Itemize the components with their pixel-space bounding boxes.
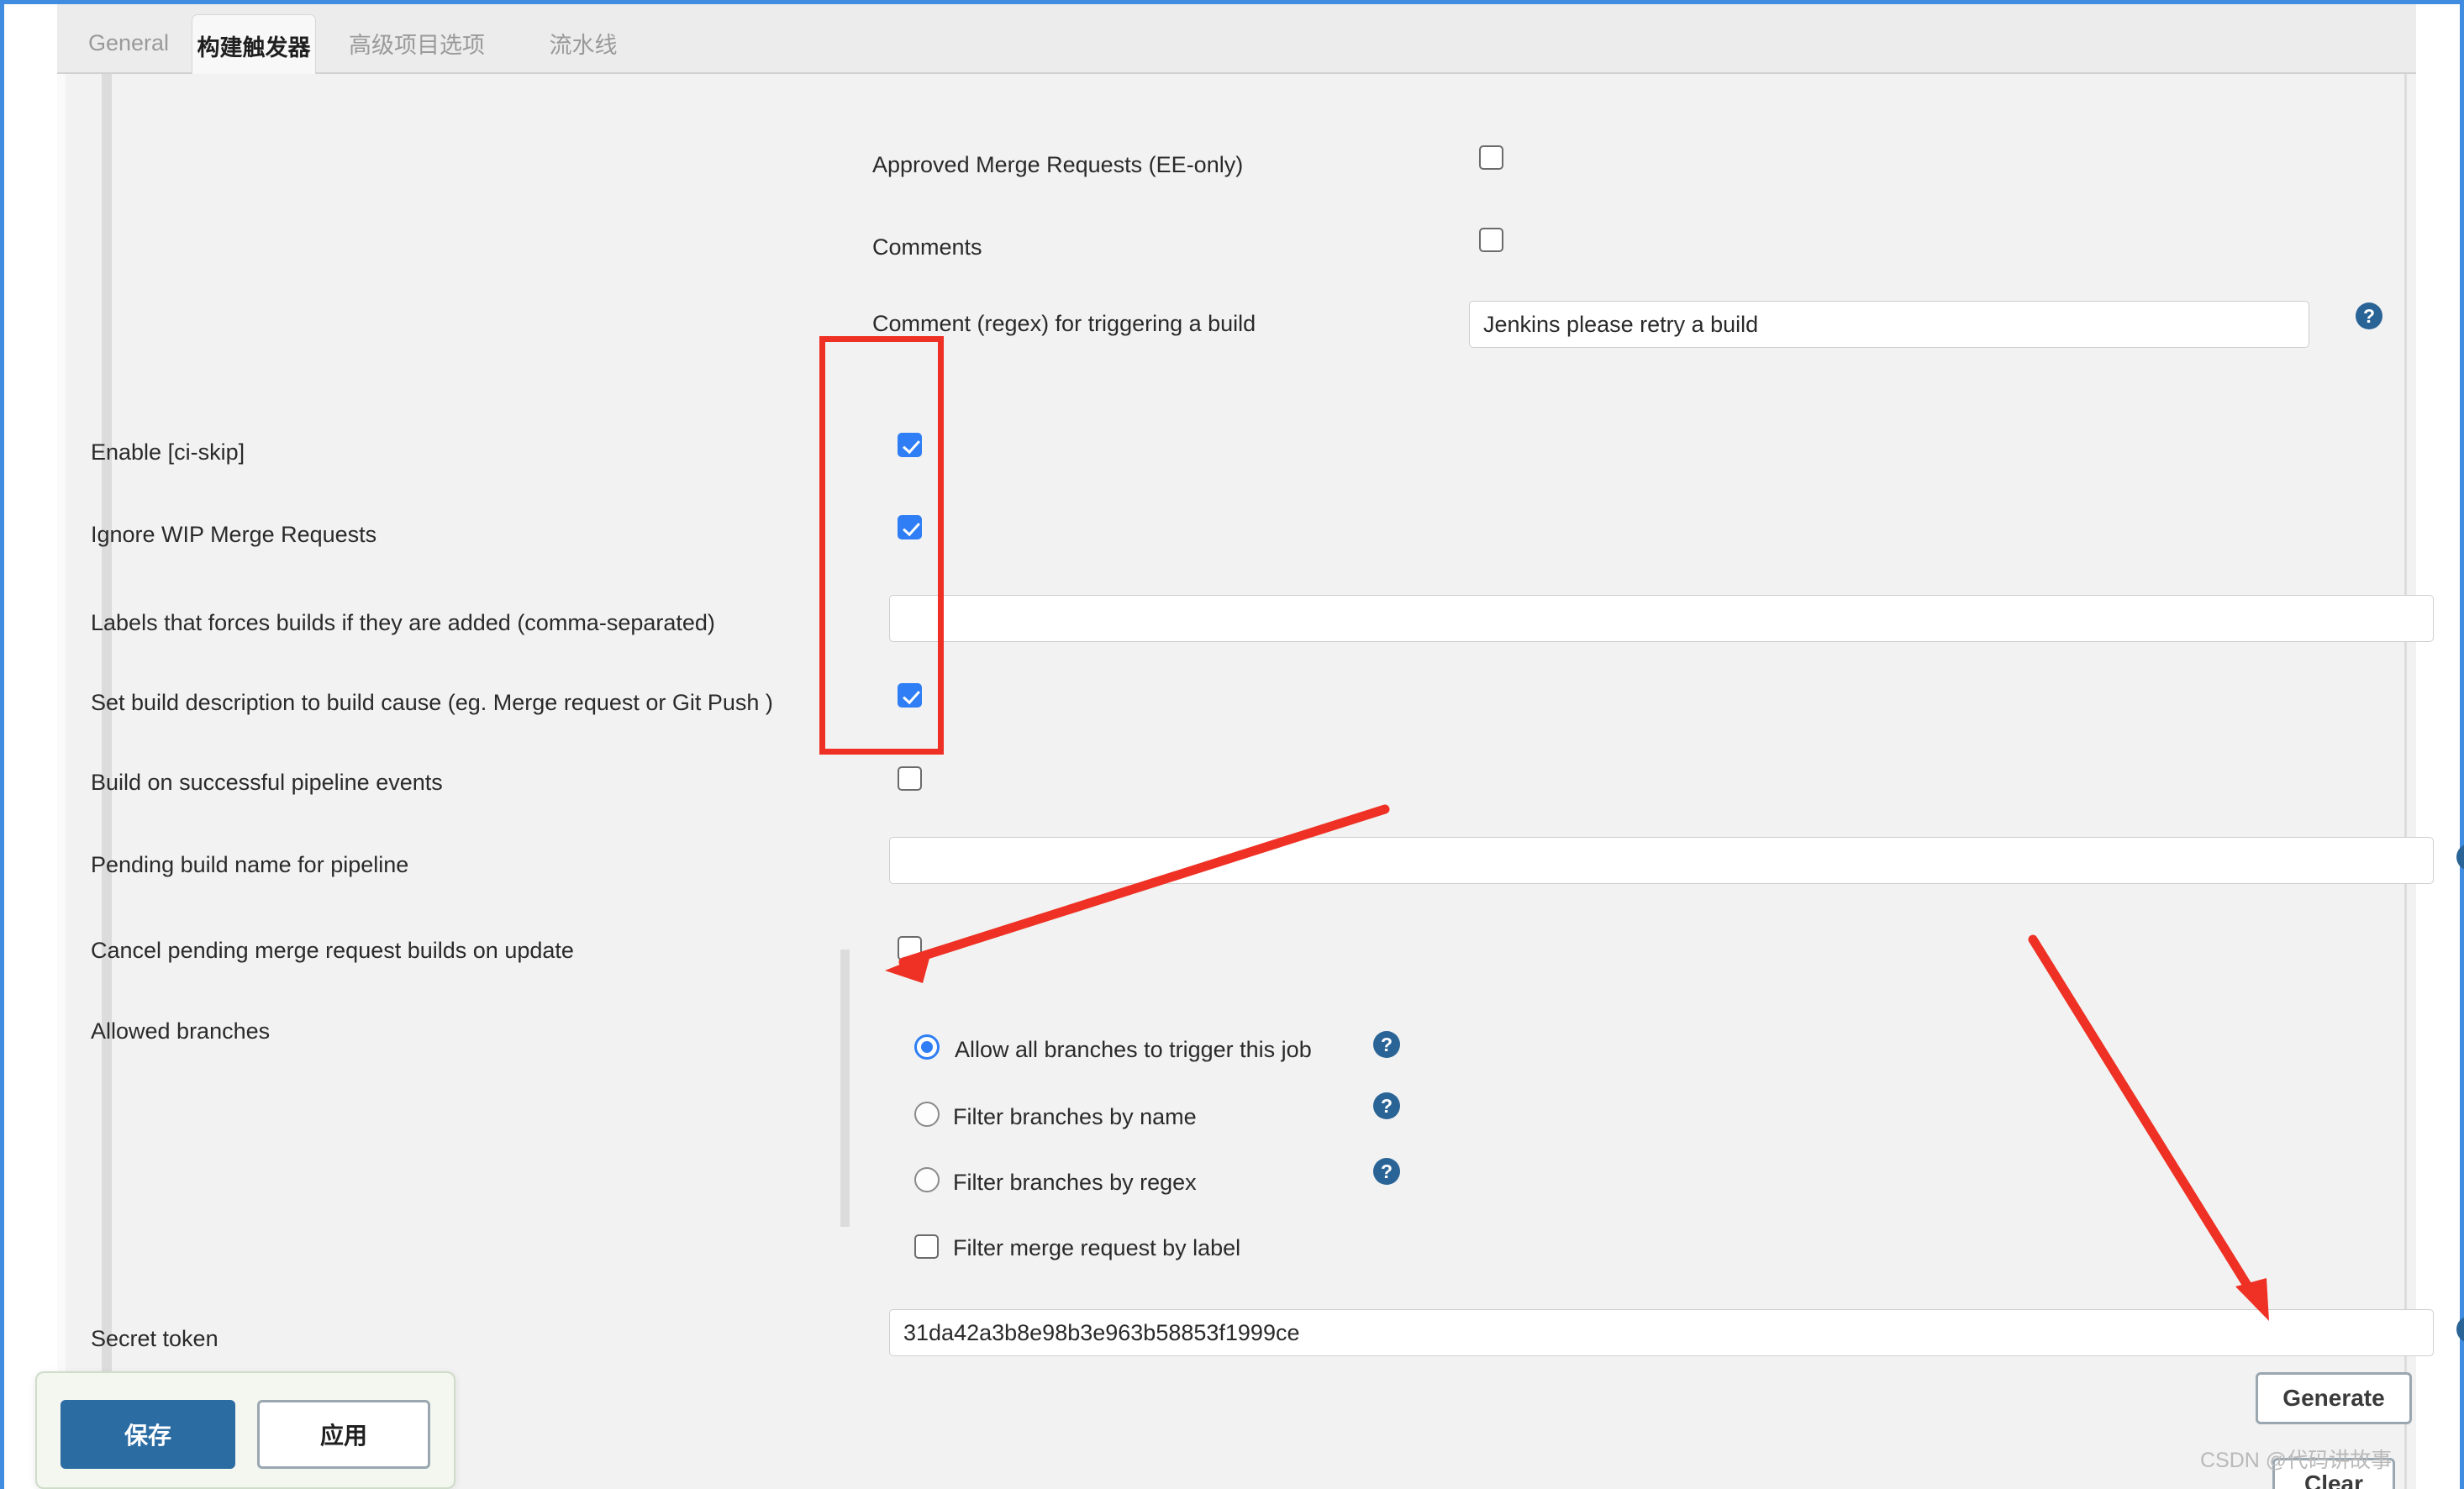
label-build-on-pipeline-events: Build on successful pipeline events — [91, 770, 443, 795]
label-ignore-wip-merge-requests: Ignore WIP Merge Requests — [91, 522, 377, 547]
label-set-build-description: Set build description to build cause (eg… — [91, 690, 773, 715]
page-gutter-left — [4, 4, 57, 1489]
checkbox-set-build-description[interactable] — [898, 683, 922, 708]
tab-build-triggers[interactable]: 构建触发器 — [192, 14, 316, 76]
save-button[interactable]: 保存 — [61, 1400, 235, 1469]
help-icon-comment-regex[interactable]: ? — [2356, 303, 2382, 329]
page-gutter-right — [2416, 4, 2460, 1489]
generate-token-button[interactable]: Generate — [2256, 1372, 2412, 1424]
checkbox-approved-merge-requests[interactable] — [1479, 145, 1503, 170]
checkbox-build-on-pipeline-events[interactable] — [898, 766, 922, 791]
input-pending-build-name[interactable] — [889, 837, 2434, 884]
browser-chrome-right-edge — [2460, 0, 2464, 1489]
radio-filter-branches-by-regex[interactable] — [914, 1167, 940, 1192]
input-secret-token[interactable] — [889, 1309, 2434, 1356]
watermark-text: CSDN @代码讲故事 — [2200, 1449, 2393, 1472]
config-form-body: Approved Merge Requests (EE-only) Commen… — [57, 74, 2464, 1489]
checkbox-ignore-wip-merge-requests[interactable] — [898, 515, 922, 539]
label-filter-branches-by-name: Filter branches by name — [953, 1104, 1197, 1129]
tab-pipeline[interactable]: 流水线 — [524, 12, 642, 74]
input-comment-regex[interactable] — [1469, 301, 2309, 348]
checkbox-enable-ci-skip[interactable] — [898, 433, 922, 457]
label-allow-all-branches: Allow all branches to trigger this job — [955, 1037, 1312, 1062]
label-pending-build-name: Pending build name for pipeline — [91, 852, 409, 877]
radio-filter-branches-by-name[interactable] — [914, 1102, 940, 1127]
radio-allow-all-branches[interactable] — [914, 1034, 940, 1060]
allowed-branches-group-bar — [840, 950, 850, 1227]
help-icon-allow-all-branches[interactable]: ? — [1373, 1031, 1400, 1058]
help-icon-filter-branches-by-regex[interactable]: ? — [1373, 1158, 1400, 1185]
jenkins-job-config-screen: General 构建触发器 高级项目选项 流水线 Approved Merge … — [0, 0, 2464, 1489]
label-filter-branches-by-regex: Filter branches by regex — [953, 1170, 1197, 1195]
label-approved-merge-requests: Approved Merge Requests (EE-only) — [872, 152, 1244, 177]
build-triggers-form: Approved Merge Requests (EE-only) Commen… — [57, 74, 2464, 1489]
tab-advanced-options[interactable]: 高级项目选项 — [324, 12, 509, 74]
config-tabbar: General 构建触发器 高级项目选项 流水线 — [57, 4, 2416, 76]
apply-button[interactable]: 应用 — [257, 1400, 430, 1469]
input-forcing-labels[interactable] — [889, 595, 2434, 642]
label-enable-ci-skip: Enable [ci-skip] — [91, 439, 245, 465]
checkbox-cancel-pending-builds[interactable] — [898, 936, 922, 960]
sticky-save-bar: 保存 应用 — [35, 1371, 455, 1489]
label-comment-regex: Comment (regex) for triggering a build — [872, 311, 1256, 336]
tab-general[interactable]: General — [71, 12, 187, 74]
label-cancel-pending-builds: Cancel pending merge request builds on u… — [91, 938, 574, 963]
form-right-divider — [2404, 74, 2407, 1489]
label-filter-merge-request-by-label: Filter merge request by label — [953, 1235, 1241, 1260]
checkbox-filter-merge-request-by-label[interactable] — [914, 1234, 939, 1259]
help-icon-filter-branches-by-name[interactable]: ? — [1373, 1092, 1400, 1119]
label-allowed-branches: Allowed branches — [91, 1018, 271, 1044]
label-comments: Comments — [872, 234, 982, 260]
label-secret-token: Secret token — [91, 1326, 218, 1351]
label-forcing-labels: Labels that forces builds if they are ad… — [91, 610, 715, 635]
checkbox-comments[interactable] — [1479, 228, 1503, 252]
